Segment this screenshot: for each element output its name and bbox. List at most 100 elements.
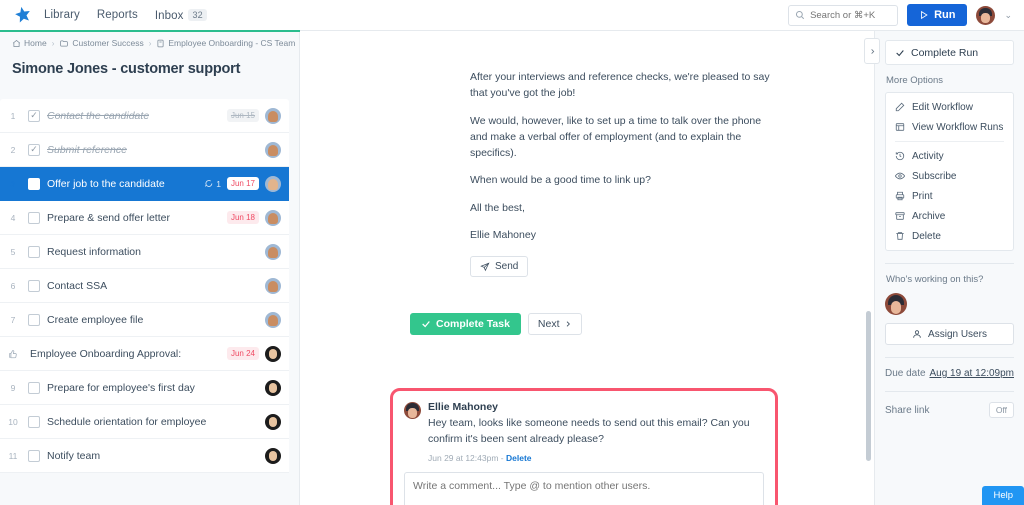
help-button[interactable]: Help (982, 486, 1024, 505)
task-assignee-avatar[interactable] (265, 379, 281, 396)
task-row[interactable]: 1 ✓ Contact the candidate Jun 15 (0, 99, 289, 133)
thumbs-up-icon (0, 349, 26, 359)
task-row[interactable]: 4 Prepare & send offer letter Jun 18 (0, 201, 289, 235)
task-trailing: 1 Jun 17 (204, 175, 281, 192)
task-assignee-avatar[interactable] (265, 277, 281, 294)
search-box[interactable] (788, 4, 899, 26)
menu-item-delete[interactable]: Delete (886, 226, 1013, 246)
check-icon (421, 319, 431, 329)
email-paragraph: All the best, (470, 201, 525, 214)
task-content: Employee Onboarding Approval: Jun 24 (26, 345, 281, 362)
scrollbar-thumb[interactable] (866, 311, 871, 461)
nav-links: Library Reports Inbox 32 (44, 8, 207, 22)
task-row-approval[interactable]: Employee Onboarding Approval: Jun 24 (0, 337, 289, 371)
task-checkbox[interactable] (28, 381, 40, 394)
task-content: Schedule orientation for employee (26, 413, 281, 430)
task-checkbox[interactable] (28, 177, 40, 190)
task-number: 6 (10, 280, 16, 291)
task-checkbox[interactable] (28, 279, 40, 292)
send-button[interactable]: Send (470, 256, 529, 278)
task-due-badge: Jun 17 (226, 177, 259, 190)
person-icon (912, 329, 922, 339)
nav-reports[interactable]: Reports (97, 9, 138, 21)
menu-item-archive[interactable]: Archive (886, 206, 1013, 226)
task-row[interactable]: 9 Prepare for employee's first day (0, 371, 289, 405)
comment-delete-link[interactable]: Delete (506, 453, 532, 463)
menu-item-subscribe[interactable]: Subscribe (886, 166, 1013, 186)
task-label: Create employee file (47, 313, 144, 326)
nav-inbox[interactable]: Inbox 32 (155, 8, 207, 22)
task-label: Offer job to the candidate (47, 177, 165, 190)
task-checkbox[interactable] (28, 449, 40, 462)
complete-run-button[interactable]: Complete Run (886, 41, 1013, 64)
search-icon (795, 10, 805, 20)
comment-section-highlight: Ellie Mahoney Hey team, looks like someo… (390, 388, 778, 505)
table-icon (895, 122, 905, 132)
due-date-row: Due date Aug 19 at 12:09pm (885, 368, 1014, 379)
due-date-value[interactable]: Aug 19 at 12:09pm (929, 368, 1014, 379)
breadcrumb-item-customer-success[interactable]: Customer Success (59, 38, 144, 48)
assignee-avatar[interactable] (885, 293, 907, 315)
task-assignee-avatar[interactable] (265, 447, 281, 464)
complete-task-button[interactable]: Complete Task (410, 313, 521, 336)
task-label: Prepare & send offer letter (47, 211, 170, 224)
search-input[interactable] (810, 9, 892, 21)
task-row[interactable]: 6 Contact SSA (0, 269, 289, 303)
user-avatar[interactable] (976, 5, 996, 25)
task-checkbox[interactable] (28, 313, 40, 326)
comment-author-avatar[interactable] (404, 402, 421, 420)
task-assignee-avatar[interactable] (265, 345, 281, 362)
share-link-toggle[interactable]: Off (988, 402, 1014, 418)
comment-text: Hey team, looks like someone needs to se… (428, 417, 750, 445)
whos-working-label: Who's working on this? (886, 274, 984, 285)
comment-input[interactable] (404, 471, 764, 505)
comment-meta-separator: - (500, 452, 504, 463)
next-button[interactable]: Next (527, 313, 582, 336)
run-button[interactable]: Run (907, 4, 968, 26)
breadcrumb: Home › Customer Success › Employee Onboa… (0, 31, 314, 55)
task-assignee-avatar[interactable] (265, 107, 281, 124)
task-assignee-avatar[interactable] (265, 175, 281, 192)
task-row[interactable]: 5 Request information (0, 235, 289, 269)
task-number: 2 (10, 144, 16, 155)
collapse-panel-button[interactable] (864, 38, 880, 64)
task-row[interactable]: 2 ✓ Submit reference (0, 133, 289, 167)
task-list: 1 ✓ Contact the candidate Jun 15 2 ✓ Sub… (0, 99, 299, 505)
task-assignee-avatar[interactable] (265, 311, 281, 328)
breadcrumb-item-home[interactable]: Home (12, 38, 47, 48)
task-row[interactable]: 7 Create employee file (0, 303, 289, 337)
task-assignee-avatar[interactable] (265, 209, 281, 226)
email-paragraph: After your interviews and reference chec… (470, 71, 770, 100)
task-assignee-avatar[interactable] (265, 413, 281, 430)
eye-icon (895, 171, 905, 181)
menu-item-view-workflow-runs[interactable]: View Workflow Runs (886, 117, 1013, 137)
paper-plane-icon (480, 262, 490, 272)
task-assignee-avatar[interactable] (265, 141, 281, 158)
task-row[interactable]: 10 Schedule orientation for employee (0, 405, 289, 439)
chevron-down-icon[interactable]: ⌄ (1004, 10, 1012, 21)
menu-divider (895, 141, 1004, 142)
task-checkbox[interactable]: ✓ (28, 109, 40, 122)
task-assignee-avatar[interactable] (265, 243, 281, 260)
task-checkbox[interactable] (28, 245, 40, 258)
task-number: 11 (8, 450, 18, 461)
assign-users-button[interactable]: Assign Users (885, 323, 1014, 345)
task-comment-count: 1 (204, 179, 221, 189)
menu-item-activity[interactable]: Activity (886, 146, 1013, 166)
breadcrumb-item-workflow[interactable]: Employee Onboarding - CS Team (156, 38, 295, 48)
task-row[interactable]: 11 Notify team (0, 439, 289, 473)
task-checkbox[interactable] (28, 211, 40, 224)
archive-icon (895, 211, 905, 221)
top-nav-right: Run ⌄ (788, 4, 1012, 26)
star-logo-icon[interactable] (12, 4, 34, 26)
task-checkbox[interactable]: ✓ (28, 143, 40, 156)
task-content: ✓ Contact the candidate Jun 15 (26, 107, 281, 124)
menu-item-edit-workflow[interactable]: Edit Workflow (886, 97, 1013, 117)
more-options-menu: Edit Workflow View Workflow Runs Activit… (885, 92, 1014, 251)
task-checkbox[interactable] (28, 415, 40, 428)
center-scrollbar[interactable] (866, 31, 871, 505)
check-icon (895, 48, 905, 58)
menu-item-print[interactable]: Print (886, 186, 1013, 206)
task-row-selected[interactable]: 3 Offer job to the candidate 1 Jun 17 (0, 167, 289, 201)
nav-library[interactable]: Library (44, 9, 80, 21)
